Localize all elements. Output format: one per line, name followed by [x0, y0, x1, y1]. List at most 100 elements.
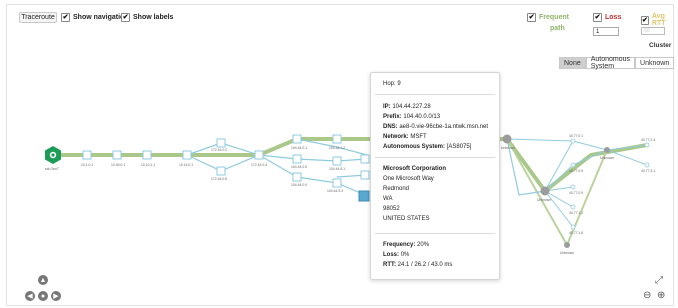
tooltip-network-row: Network: MSFT: [383, 133, 427, 141]
hop-label: 40.77.2.4: [641, 138, 656, 142]
hop-label: 104.44.9.3: [327, 189, 344, 193]
reset-icon[interactable]: ●: [38, 291, 48, 301]
unknown-node: [564, 242, 570, 248]
unknown-node-label: Unknown: [501, 146, 516, 150]
tooltip-loss-key: Loss:: [383, 252, 400, 258]
hop-node: [360, 154, 370, 164]
tooltip-address-line: 98052: [383, 206, 400, 212]
link-line: [258, 154, 368, 162]
tooltip-dns-row: DNS: ae8-0.vie-96cbe-1a.ntwk.msn.net: [383, 123, 488, 131]
hop-node: [644, 162, 650, 168]
hop-node: [292, 154, 302, 164]
unknown-node: [604, 147, 610, 153]
tooltip-ip-row: IP: 104.44.227.28: [383, 103, 431, 111]
tooltip-frequency-value: 20%: [417, 242, 430, 248]
hop-node: [216, 166, 226, 176]
tooltip-frequency-key: Frequency:: [383, 242, 416, 248]
hop-label: 10.45.0.1: [111, 163, 126, 167]
link-line: [544, 140, 574, 192]
source-node: [45, 146, 61, 164]
tooltip-divider: [375, 94, 495, 95]
hop-node: [332, 134, 342, 144]
hop-node: [254, 150, 264, 160]
hop-node: [292, 172, 302, 182]
hop-node: [82, 150, 92, 160]
tooltip-prefix-row: Prefix: 104.40.0.0/13: [383, 113, 440, 121]
tooltip-rtt-value: 24.1 / 26.2 / 43.0 ms: [397, 262, 453, 268]
hop-label: 104.44.0.1: [291, 146, 308, 150]
hop-label: 40.77.1.2: [569, 211, 584, 215]
tooltip-divider: [375, 157, 495, 158]
link-line: [258, 154, 366, 196]
unknown-node: [540, 186, 550, 196]
up-arrow-icon[interactable]: ▲: [38, 275, 48, 285]
hop-node: [332, 178, 342, 188]
tooltip-as-value: [AS8075]: [446, 144, 472, 150]
traceroute-panel: Traceroute ✔ Show navigation ✔ Show labe…: [6, 4, 675, 306]
tooltip-hop: Hop: 9: [383, 81, 401, 87]
tooltip-loss-value: 0%: [400, 252, 410, 258]
right-arrow-icon[interactable]: ▶: [51, 291, 61, 301]
hop-label: 172.16.0.8: [211, 177, 228, 181]
fit-screen-icon[interactable]: ⤢: [655, 275, 663, 286]
zoom-out-icon[interactable]: ⊖: [643, 290, 651, 301]
tooltip-frequency-row: Frequency: 20%: [383, 241, 429, 249]
hop-node: [292, 134, 302, 144]
hop-label: 10.1.0.1: [81, 163, 94, 167]
tooltip-address-line: WA: [383, 196, 393, 202]
hop-label: 10.14.0.1: [179, 163, 194, 167]
unknown-node: [502, 134, 512, 144]
hop-node: [216, 138, 226, 148]
hop-node: [358, 190, 370, 202]
tooltip-prefix-value: 104.40.0.0/13: [403, 114, 441, 120]
tooltip-ip-value: 104.44.227.28: [392, 104, 431, 110]
tooltip-rtt-key: RTT:: [383, 262, 396, 268]
hop-node: [644, 142, 650, 148]
hop-node: [570, 138, 576, 144]
tooltip-address-line: Redmond: [383, 186, 410, 192]
tooltip-rtt-row: RTT: 24.1 / 26.2 / 43.0 ms: [383, 261, 452, 269]
hop-node: [570, 204, 576, 210]
unknown-node-label: Unknown: [537, 198, 552, 202]
link-line: [572, 140, 608, 151]
tooltip-network-key: Network:: [383, 134, 409, 140]
traceroute-graph[interactable]: [7, 5, 673, 305]
tooltip-dns-value: ae8-0.vie-96cbe-1a.ntwk.msn.net: [399, 124, 489, 130]
hop-label: 172.16.0.2: [211, 148, 228, 152]
hop-label: 40.77.0.5: [569, 169, 584, 173]
hop-node: [570, 162, 576, 168]
unknown-node-label: Unknown: [600, 156, 615, 160]
hop-node: [112, 150, 122, 160]
link-line: [544, 190, 574, 228]
hop-node: [570, 224, 576, 230]
hop-label: 172.16.0.4: [251, 163, 268, 167]
tooltip-as-key: Autonomous System:: [383, 144, 446, 150]
hop-label: 40.77.3.1: [641, 169, 656, 173]
hop-label: 10.10.1.1: [141, 163, 156, 167]
hop-label: 40.77.0.9: [569, 191, 584, 195]
hop-label: 40.77.0.1: [569, 134, 584, 138]
hop-node: [332, 156, 342, 166]
hop-label: 40.77.1.8: [569, 231, 584, 235]
hop-label: 104.44.0.5: [291, 165, 308, 169]
source-node-label: sai-GenT: [45, 167, 59, 171]
tooltip-as-row: Autonomous System: [AS8075]: [383, 143, 471, 151]
tooltip-org: Microsoft Corporation: [383, 166, 446, 172]
tooltip-loss-row: Loss: 0%: [383, 251, 409, 259]
hop-tooltip: Hop: 9 IP: 104.44.227.28 Prefix: 104.40.…: [370, 72, 500, 280]
left-arrow-icon[interactable]: ◀: [25, 291, 35, 301]
hop-node: [570, 184, 576, 190]
tooltip-address-line: One Microsoft Way: [383, 176, 434, 182]
hop-label: 104.44.1.2: [329, 146, 346, 150]
tooltip-divider: [375, 233, 495, 234]
hop-label: 104.44.0.9: [291, 183, 308, 187]
unknown-node-label: Unknown: [560, 251, 575, 255]
tooltip-dns-key: DNS:: [383, 124, 398, 130]
zoom-in-icon[interactable]: ⊕: [657, 290, 665, 301]
tooltip-ip-key: IP:: [383, 104, 391, 110]
hop-node: [360, 170, 370, 180]
hop-node: [182, 150, 192, 160]
hop-node: [142, 150, 152, 160]
tooltip-prefix-key: Prefix:: [383, 114, 402, 120]
tooltip-network-value: MSFT: [410, 134, 427, 140]
